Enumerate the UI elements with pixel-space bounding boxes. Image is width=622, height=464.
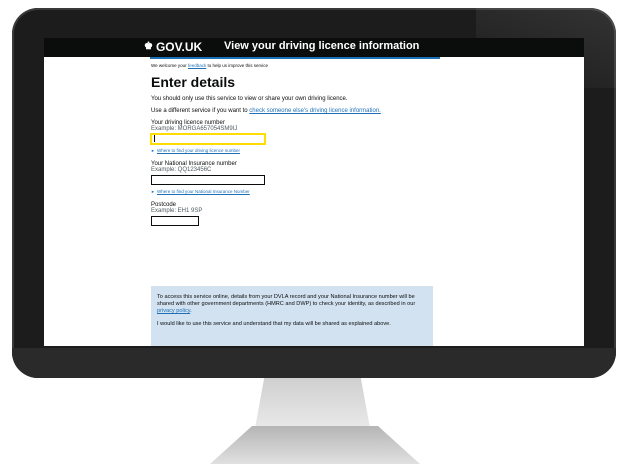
browser-viewport: ♚ GOV.UK View your driving licence infor… [44,38,584,346]
brand-text: GOV.UK [155,40,203,54]
monitor-stand-neck [255,378,370,428]
feedback-suffix: to help us improve this service [206,63,268,68]
privacy-policy-link[interactable]: privacy policy [157,308,190,314]
other-service-prefix: Use a different service if you want to [151,108,250,114]
page-title: Enter details [151,74,236,90]
consent-agreement-text: I would like to use this service and und… [157,320,391,327]
feedback-banner: We welcome your feedback to help us impr… [151,63,451,68]
header-underline [150,57,440,59]
govuk-header: ♚ GOV.UK View your driving licence infor… [44,38,584,57]
licence-number-input[interactable] [151,134,265,144]
crown-icon: ♚ [144,41,153,52]
govuk-logo-link[interactable]: ♚ GOV.UK [144,40,202,54]
licence-help-link[interactable]: Where to find your driving licence numbe… [157,148,240,153]
consent-text-prefix: To access this service online, details f… [157,294,416,308]
consent-panel: To access this service online, details f… [151,286,433,346]
ni-help-toggle[interactable]: ► Where to find your National Insurance N… [151,189,451,194]
ni-number-hint: Example: QQ123456C [151,167,212,173]
ni-number-input[interactable] [151,175,265,185]
triangle-right-icon: ► [151,189,155,194]
service-name[interactable]: View your driving licence information [224,40,419,52]
feedback-prefix: We welcome your [151,63,188,68]
intro-text: You should only use this service to view… [151,96,348,102]
text-caret [154,135,155,142]
licence-help-toggle[interactable]: ► Where to find your driving licence numb… [151,148,451,153]
feedback-link[interactable]: feedback [188,63,206,68]
consent-text-suffix: . [190,308,192,315]
consent-text: To access this service online, details f… [157,294,427,316]
other-service-text: Use a different service if you want to c… [151,108,451,114]
postcode-hint: Example: EH1 9SP [151,208,203,214]
monitor-stand-base [210,426,420,464]
licence-number-hint: Example: MORGA657054SM9IJ [151,126,238,132]
triangle-right-icon: ► [151,148,155,153]
postcode-input[interactable] [151,216,199,226]
monitor-bezel-bottom [12,348,616,378]
check-someone-else-link[interactable]: check someone else's driving licence inf… [249,108,381,114]
ni-help-link[interactable]: Where to find your National Insurance Nu… [157,189,250,194]
main-content: We welcome your feedback to help us impr… [151,63,451,230]
